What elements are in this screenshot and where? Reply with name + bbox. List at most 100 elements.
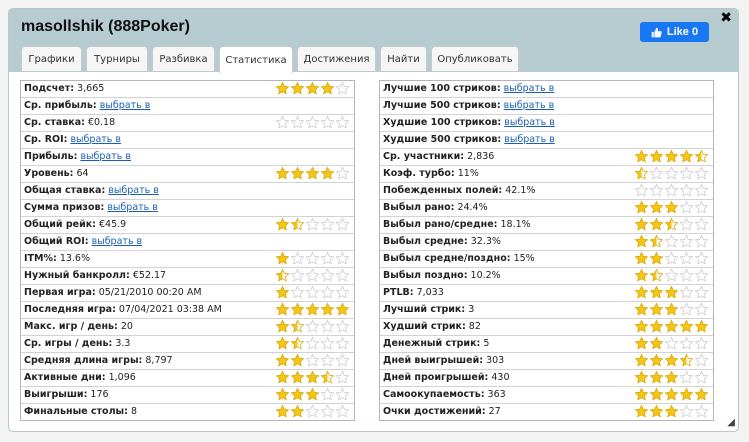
star-rating (275, 115, 350, 131)
stat-text: Дней выигрышей: 303 (383, 354, 504, 368)
stat-label: Ср. ставка: (24, 117, 85, 128)
star-icon (634, 387, 649, 401)
star-icon (335, 319, 350, 333)
stat-text: Ср. участники: 2,836 (383, 150, 494, 164)
stat-text: Нужный банкролл: €52.17 (24, 269, 166, 283)
select-link[interactable]: выбрать в (504, 134, 555, 145)
tab-label: Разбивка (159, 53, 208, 65)
stat-row: Худшие 100 стриков: выбрать в (380, 115, 713, 132)
select-link[interactable]: выбрать в (100, 100, 151, 111)
star-icon (320, 81, 335, 95)
stat-row: Лучшие 100 стриков: выбрать в (380, 81, 713, 98)
star-rating (634, 370, 709, 386)
star-icon (290, 387, 305, 401)
select-link[interactable]: выбрать в (107, 202, 158, 213)
star-icon (275, 251, 290, 265)
star-icon (305, 319, 320, 333)
star-icon (679, 353, 694, 367)
select-link[interactable]: выбрать в (504, 117, 555, 128)
star-icon (320, 302, 335, 316)
star-rating (634, 336, 709, 352)
tab-charts[interactable]: Графики (21, 46, 82, 71)
stat-label: Общая ставка: (24, 185, 106, 196)
stat-value: 7,033 (416, 287, 444, 298)
star-icon (275, 217, 290, 231)
tab-statistics[interactable]: Статистика (219, 46, 293, 73)
stat-label: Коэф. турбо: (383, 168, 455, 179)
stat-row: Денежный стрик: 5 (380, 336, 713, 353)
tab-label: Турниры (94, 53, 140, 65)
stat-label: Первая игра: (24, 287, 96, 298)
star-icon (290, 251, 305, 265)
star-icon (634, 285, 649, 299)
stat-row: Дней проигрышей: 430 (380, 370, 713, 387)
facebook-like-button[interactable]: Like 0 (640, 22, 709, 42)
stat-text: PTLB: 7,033 (383, 286, 444, 300)
stat-text: Последняя игра: 07/04/2021 03:38 AM (24, 303, 222, 317)
stat-row: Прибыль: выбрать в (21, 149, 354, 166)
select-link[interactable]: выбрать в (70, 134, 121, 145)
select-link[interactable]: выбрать в (504, 83, 555, 94)
star-icon (290, 166, 305, 180)
stat-label: Дней выигрышей: (383, 355, 484, 366)
select-link[interactable]: выбрать в (108, 185, 159, 196)
star-icon (634, 166, 649, 180)
stat-value: 11% (457, 168, 479, 179)
stat-text: Первая игра: 05/21/2010 00:20 AM (24, 286, 202, 300)
stat-value: €45.9 (99, 219, 127, 230)
stat-text: Дней проигрышей: 430 (383, 371, 510, 385)
star-icon (335, 217, 350, 231)
star-rating (634, 319, 709, 335)
stat-label: Последняя игра: (24, 304, 116, 315)
stat-label: Худший стрик: (383, 321, 466, 332)
star-icon (664, 217, 679, 231)
star-icon (290, 302, 305, 316)
star-icon (649, 353, 664, 367)
resize-handle-icon[interactable]: ◢ (727, 417, 735, 428)
tab-tournaments[interactable]: Турниры (86, 46, 148, 71)
tab-publish[interactable]: Опубликовать (431, 46, 519, 71)
stat-label: Очки достижений: (383, 406, 486, 417)
stat-text: Подсчет: 3,665 (24, 82, 104, 96)
star-icon (649, 319, 664, 333)
star-icon (634, 336, 649, 350)
tab-breakdown[interactable]: Разбивка (152, 46, 215, 71)
stat-label: Лучший стрик: (383, 304, 466, 315)
star-icon (694, 183, 709, 197)
star-rating (634, 234, 709, 250)
close-icon[interactable]: ✖ (720, 10, 732, 26)
stat-value: 05/21/2010 00:20 AM (98, 287, 202, 298)
star-icon (694, 370, 709, 384)
tab-achievements[interactable]: Достижения (297, 46, 376, 71)
select-link[interactable]: выбрать в (504, 100, 555, 111)
stat-label: Самоокупаемость: (383, 389, 485, 400)
star-icon (679, 200, 694, 214)
star-icon (275, 404, 290, 418)
select-link[interactable]: выбрать в (92, 236, 143, 247)
star-rating (275, 387, 350, 403)
select-link[interactable]: выбрать в (80, 151, 131, 162)
stat-text: Выбыл рано/средне: 18.1% (383, 218, 531, 232)
stat-label: Выбыл рано: (383, 202, 455, 213)
stat-value: 13.6% (59, 253, 91, 264)
stat-text: Лучшие 100 стриков: выбрать в (383, 82, 554, 96)
star-icon (634, 370, 649, 384)
star-icon (649, 166, 664, 180)
star-icon (694, 302, 709, 316)
stat-label: Ср. игры / день: (24, 338, 113, 349)
star-icon (305, 251, 320, 265)
star-icon (290, 115, 305, 129)
star-icon (335, 370, 350, 384)
star-rating (634, 149, 709, 165)
tab-find[interactable]: Найти (380, 46, 427, 71)
stat-text: Ср. игры / день: 3.3 (24, 337, 130, 351)
star-icon (275, 115, 290, 129)
star-icon (275, 319, 290, 333)
stat-text: Общий рейк: €45.9 (24, 218, 126, 232)
star-icon (305, 404, 320, 418)
star-icon (290, 404, 305, 418)
stat-value: 176 (90, 389, 109, 400)
star-icon (290, 336, 305, 350)
stat-label: Сумма призов: (24, 202, 105, 213)
star-icon (694, 387, 709, 401)
